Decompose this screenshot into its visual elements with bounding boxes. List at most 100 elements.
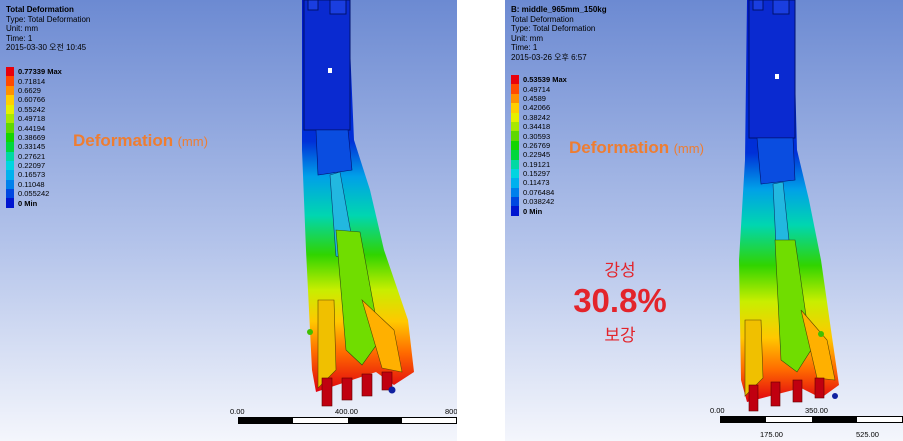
legend-swatch xyxy=(511,187,519,198)
legend-swatch xyxy=(511,75,519,85)
legend-row: 0.71814 xyxy=(6,76,62,86)
legend-swatch xyxy=(6,95,14,105)
legend-row: 0.38669 xyxy=(6,132,62,143)
result-unit: Unit: mm xyxy=(6,24,38,33)
scale-tick-0: 0.00 xyxy=(710,406,725,415)
legend-swatch xyxy=(6,189,14,199)
deformation-label: Deformation (mm) xyxy=(73,131,208,151)
legend-label: 0.11048 xyxy=(18,179,45,189)
legend-row: 0.22945 xyxy=(511,150,567,160)
legend-swatch xyxy=(6,113,14,124)
legend-row: 0.15297 xyxy=(511,168,567,179)
result-date: 2015-03-30 오전 10:45 xyxy=(6,43,87,52)
scale-tick-1: 350.00 xyxy=(805,406,828,415)
legend-swatch xyxy=(511,168,519,179)
legend-row: 0.49718 xyxy=(6,113,62,124)
result-type: Type: Total Deformation xyxy=(6,14,91,24)
legend-label: 0.55242 xyxy=(18,104,46,114)
legend-row: 0.44194 xyxy=(6,123,62,133)
legend-label: 0.44194 xyxy=(18,123,46,133)
legend-label: 0.15297 xyxy=(523,169,551,179)
legend-swatch xyxy=(6,151,14,161)
legend-swatch xyxy=(511,206,519,216)
legend-swatch xyxy=(6,160,14,171)
result-unit: Unit: mm xyxy=(511,33,543,43)
result-title: Total Deformation xyxy=(6,5,74,14)
result-title: B: middle_965mm_150kg xyxy=(511,5,607,14)
legend-label: 0.60766 xyxy=(18,95,46,105)
deformation-title: Deformation xyxy=(73,131,174,150)
legend-swatch xyxy=(6,85,14,96)
legend-swatch xyxy=(511,131,519,141)
scale-tick-2: 800 xyxy=(445,407,457,416)
annotation-line1: 강성 xyxy=(604,261,636,280)
legend-row: 0.27621 xyxy=(6,151,62,161)
deformation-label: Deformation (mm) xyxy=(569,138,704,158)
deformation-title: Deformation xyxy=(569,138,670,157)
legend-row: 0.11473 xyxy=(511,178,567,188)
legend-row: 0.038242 xyxy=(511,197,567,207)
legend-swatch xyxy=(6,132,14,143)
legend-label: 0.6629 xyxy=(18,85,41,95)
legend-row: 0.55242 xyxy=(6,104,62,114)
legend-row: 0.77339 Max xyxy=(6,67,62,77)
scale-bar: 0.00 350.00 175.00 525.00 xyxy=(710,406,903,439)
stiffness-annotation: 강성 30.8% 보강 xyxy=(565,256,675,346)
scale-bar-graphic xyxy=(720,416,903,423)
annotation-line2: 보강 xyxy=(604,326,636,345)
legend-swatch xyxy=(511,150,519,160)
legend-row: 0.11048 xyxy=(6,179,62,190)
legend-row: 0.055242 xyxy=(6,189,62,199)
scale-bar-graphic xyxy=(238,417,457,424)
result-name: Total Deformation xyxy=(511,14,574,24)
legend-swatch xyxy=(6,104,14,114)
legend-row: 0.6629 xyxy=(6,85,62,96)
legend-label: 0.16573 xyxy=(18,170,46,180)
right-result-panel: B: middle_965mm_150kg Total Deformation … xyxy=(505,0,903,441)
legend-label: 0.26769 xyxy=(523,140,551,150)
scale-tick-0: 0.00 xyxy=(230,407,245,416)
legend-label: 0 Min xyxy=(523,206,543,216)
legend-row: 0.4589 xyxy=(511,93,567,104)
legend-label: 0.055242 xyxy=(18,189,50,199)
legend-row: 0.076484 xyxy=(511,187,567,198)
legend-swatch xyxy=(511,84,519,94)
deformation-unit: (mm) xyxy=(177,134,208,149)
legend-swatch xyxy=(6,76,14,86)
scale-tick-3: 525.00 xyxy=(856,430,879,439)
legend-label: 0.038242 xyxy=(523,197,555,207)
legend-row: 0.26769 xyxy=(511,140,567,151)
legend-swatch xyxy=(511,93,519,104)
annotation-value: 30.8% xyxy=(573,282,667,319)
legend-row: 0.16573 xyxy=(6,170,62,180)
legend-label: 0.19121 xyxy=(523,159,551,169)
legend-swatch xyxy=(6,198,14,208)
legend-row: 0.22097 xyxy=(6,160,62,171)
legend-row: 0.30593 xyxy=(511,131,567,141)
legend-label: 0.11473 xyxy=(523,178,550,188)
arm-deformation-model xyxy=(739,0,839,412)
legend-row: 0.53539 Max xyxy=(511,75,567,85)
result-header: B: middle_965mm_150kg Total Deformation … xyxy=(511,5,607,62)
legend-label: 0.49718 xyxy=(18,114,46,124)
legend-swatch xyxy=(6,123,14,133)
deformation-unit: (mm) xyxy=(673,141,704,156)
legend-label: 0.49714 xyxy=(523,84,551,94)
scale-tick-2: 175.00 xyxy=(760,430,783,439)
result-time: Time: 1 xyxy=(6,33,33,43)
legend-swatch xyxy=(6,142,14,152)
legend-row: 0.38242 xyxy=(511,112,567,122)
legend-swatch xyxy=(6,170,14,180)
legend-swatch xyxy=(511,121,519,132)
legend-label: 0.42066 xyxy=(523,103,551,113)
legend-label: 0.30593 xyxy=(523,131,551,141)
legend-row: 0.49714 xyxy=(511,84,567,94)
legend-swatch xyxy=(511,112,519,122)
legend-label: 0.38242 xyxy=(523,112,551,122)
result-time: Time: 1 xyxy=(511,43,538,52)
legend-swatch xyxy=(511,103,519,113)
legend-label: 0.22945 xyxy=(523,150,551,160)
legend-label: 0.77339 Max xyxy=(18,67,62,77)
legend-row: 0.34418 xyxy=(511,121,567,132)
left-result-panel: Total Deformation Type: Total Deformatio… xyxy=(0,0,457,441)
